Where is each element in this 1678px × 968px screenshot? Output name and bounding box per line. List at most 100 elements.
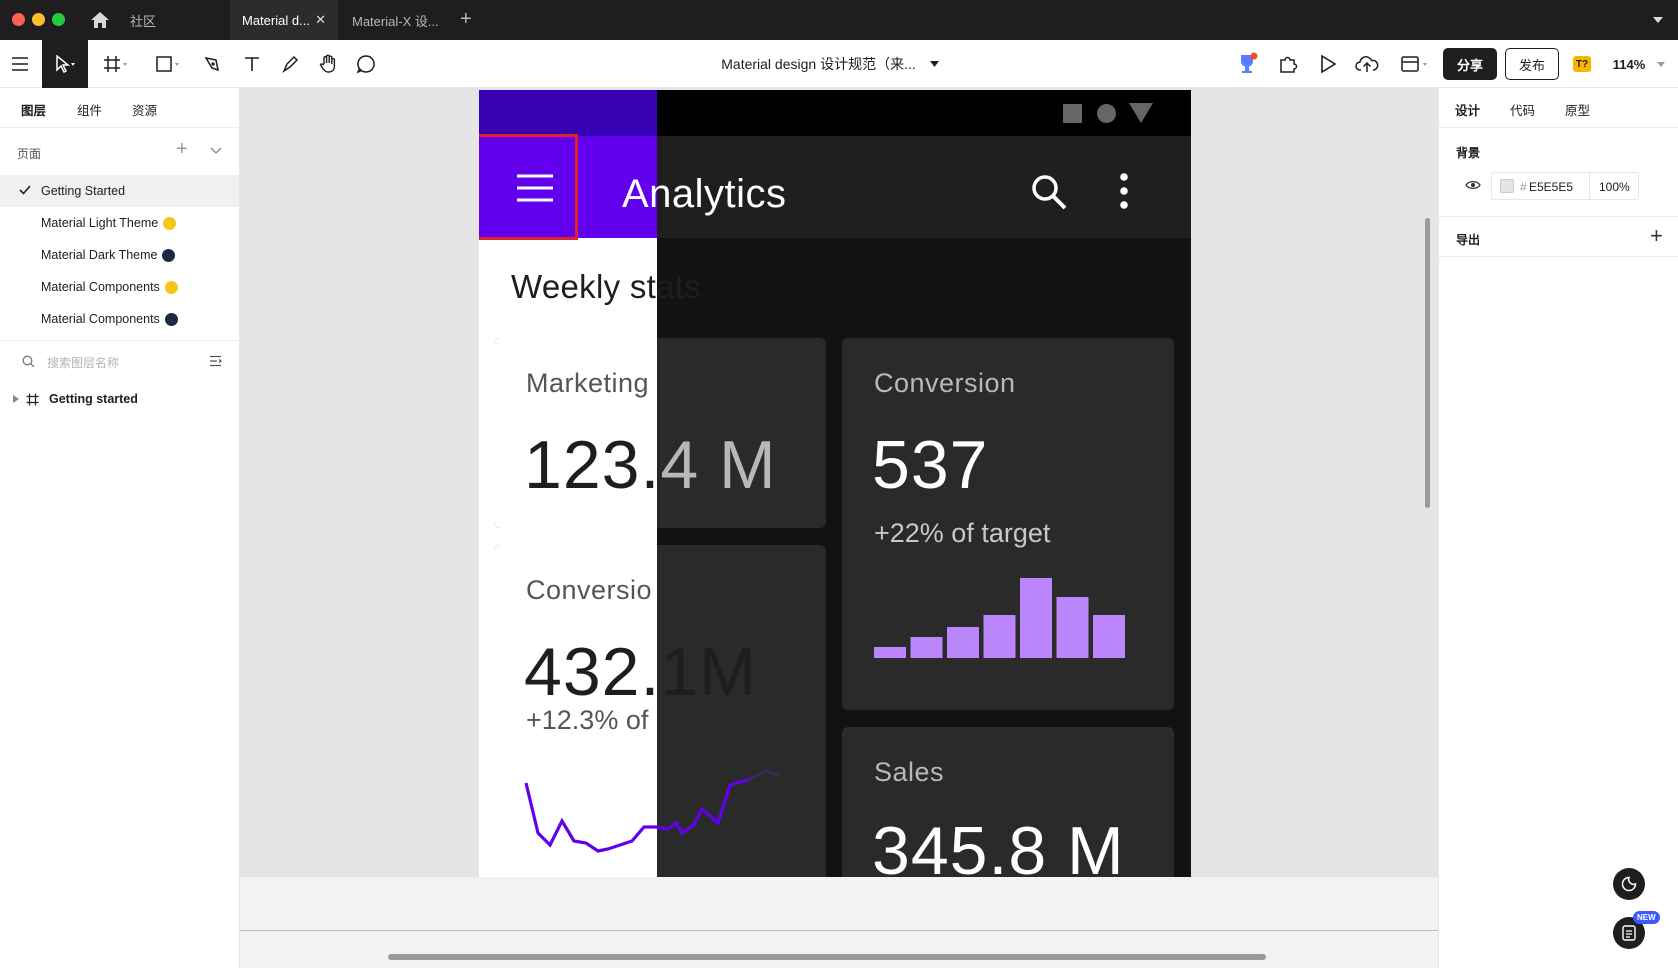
opacity-value[interactable]: 100% <box>1599 180 1630 194</box>
horizontal-scrollbar[interactable] <box>388 954 1266 960</box>
tab-code[interactable]: 代码 <box>1510 100 1535 119</box>
layers-panel: 图层 组件 资源 页面 + Getting Started Material L… <box>0 88 240 968</box>
minimize-window-button[interactable] <box>32 13 45 26</box>
page-item-light-theme[interactable]: Material Light Theme <box>0 207 239 239</box>
square-status-icon <box>1063 104 1082 123</box>
layer-search-field[interactable]: 搜索图层名称 <box>0 341 239 381</box>
dark-circle-icon <box>164 312 178 326</box>
tab-material-design[interactable]: Material d... ✕ <box>230 0 338 40</box>
caret-down-icon <box>1657 61 1666 67</box>
page-item-dark-theme[interactable]: Material Dark Theme <box>0 239 239 271</box>
dark-circle-icon <box>162 248 176 262</box>
file-title-dropdown[interactable]: Material design 设计规范（来... <box>700 40 960 88</box>
text-tool-button[interactable] <box>236 40 268 88</box>
eye-icon[interactable] <box>1465 180 1481 190</box>
section-title: Weekly stats <box>511 268 702 305</box>
divider <box>1589 173 1590 199</box>
search-placeholder: 搜索图层名称 <box>47 356 120 370</box>
share-button[interactable]: 分享 <box>1443 48 1497 80</box>
new-tab-icon[interactable]: + <box>460 8 472 31</box>
divider <box>1439 256 1678 257</box>
frame-icon <box>104 56 127 72</box>
close-tab-icon[interactable]: ✕ <box>315 12 326 28</box>
yellow-circle-icon <box>164 280 178 294</box>
left-panel-tabs: 图层 组件 资源 <box>0 88 239 128</box>
new-badge: NEW <box>1633 911 1660 924</box>
bar <box>874 647 906 658</box>
filter-list-icon[interactable] <box>209 355 222 367</box>
search-icon[interactable] <box>1030 173 1068 211</box>
add-export-icon[interactable]: + <box>1650 223 1663 249</box>
chevron-down-icon[interactable] <box>1652 16 1664 24</box>
more-vert-icon[interactable] <box>1119 173 1129 209</box>
publish-button[interactable]: 发布 <box>1505 48 1559 80</box>
status-bar-dark <box>657 90 1191 136</box>
page-item-components-light[interactable]: Material Components <box>0 271 239 303</box>
conversion-card[interactable]: Conversion 537 +22% of target <box>842 338 1174 710</box>
yellow-circle-icon <box>163 216 177 230</box>
design-canvas[interactable]: Analytics Weekly stats Marketing 123.4 M… <box>240 88 1438 877</box>
main-menu-icon[interactable] <box>0 40 40 88</box>
vertical-scrollbar[interactable] <box>1425 218 1430 508</box>
caret-down-icon <box>929 61 939 67</box>
notes-button[interactable]: NEW <box>1613 911 1660 949</box>
share-label: 分享 <box>1456 57 1483 73</box>
conversion-trend-card[interactable]: Conversio 432.1M +12.3% of <box>494 545 826 877</box>
collapse-pages-icon[interactable] <box>210 147 222 154</box>
pen-tool-button[interactable] <box>196 40 228 88</box>
phone-frame[interactable]: Analytics Weekly stats Marketing 123.4 M… <box>479 90 1191 877</box>
upload-cloud-icon[interactable] <box>1350 40 1384 88</box>
conversion-value: 537 <box>872 427 989 503</box>
properties-panel: 设计 代码 原型 背景 # E5E5E5 100% 导出 + NEW <box>1438 88 1678 968</box>
tab-material-x[interactable]: Material-X 设... <box>340 0 450 40</box>
sales-value: 345.8 M <box>872 813 1125 877</box>
tab-components[interactable]: 组件 <box>77 100 102 119</box>
frame-tool-button[interactable] <box>98 40 134 88</box>
tab-community[interactable]: 社区 <box>118 0 228 40</box>
plugins-icon[interactable] <box>1272 40 1304 88</box>
trend-label: Conversio <box>526 575 653 605</box>
tab-assets[interactable]: 资源 <box>132 100 157 119</box>
document-icon <box>1622 925 1636 941</box>
background-color-field[interactable]: # E5E5E5 100% <box>1491 172 1639 200</box>
weekly-bar-chart <box>874 578 1125 658</box>
zoom-level: 114% <box>1612 56 1646 72</box>
home-icon[interactable] <box>90 11 110 29</box>
marketing-card[interactable]: Marketing 123.4 M <box>494 338 826 528</box>
page-item-components-dark[interactable]: Material Components <box>0 303 239 335</box>
sales-card[interactable]: Sales 345.8 M <box>842 727 1174 877</box>
present-play-icon[interactable] <box>1312 40 1344 88</box>
trophy-badge-icon[interactable] <box>1232 40 1262 88</box>
zoom-dropdown[interactable]: 114% <box>1604 40 1674 88</box>
tutorial-badge[interactable]: T? <box>1573 56 1591 72</box>
page-label: Material Components <box>41 312 160 326</box>
file-title: Material design 设计规范（来... <box>721 56 916 72</box>
close-window-button[interactable] <box>12 13 25 26</box>
color-hex-value[interactable]: E5E5E5 <box>1529 180 1573 194</box>
rectangle-icon <box>156 56 179 72</box>
tab-layers[interactable]: 图层 <box>21 100 46 119</box>
theme-toggle-button[interactable] <box>1613 868 1645 900</box>
layer-item-getting-started[interactable]: Getting started <box>0 383 239 415</box>
color-swatch[interactable] <box>1500 179 1514 193</box>
tab-prototype[interactable]: 原型 <box>1565 100 1590 119</box>
add-page-icon[interactable]: + <box>176 138 188 161</box>
page-item-getting-started[interactable]: Getting Started <box>0 175 239 207</box>
tab-community-label: 社区 <box>130 13 157 29</box>
move-tool-button[interactable] <box>42 40 88 88</box>
right-panel-tabs: 设计 代码 原型 <box>1439 88 1678 128</box>
hand-tool-button[interactable] <box>312 40 344 88</box>
shape-tool-button[interactable] <box>150 40 186 88</box>
trend-value: 432.1M <box>524 634 757 710</box>
expand-arrow-icon[interactable] <box>13 395 19 403</box>
conversion-label: Conversion <box>874 368 1016 398</box>
pencil-icon <box>282 55 299 73</box>
circle-status-icon <box>1097 104 1116 123</box>
moon-icon <box>1621 876 1637 892</box>
tab-design[interactable]: 设计 <box>1455 100 1480 119</box>
layout-view-icon[interactable] <box>1394 40 1436 88</box>
maximize-window-button[interactable] <box>52 13 65 26</box>
comment-tool-button[interactable] <box>350 40 382 88</box>
pencil-tool-button[interactable] <box>274 40 306 88</box>
triangle-status-icon <box>1129 103 1153 123</box>
